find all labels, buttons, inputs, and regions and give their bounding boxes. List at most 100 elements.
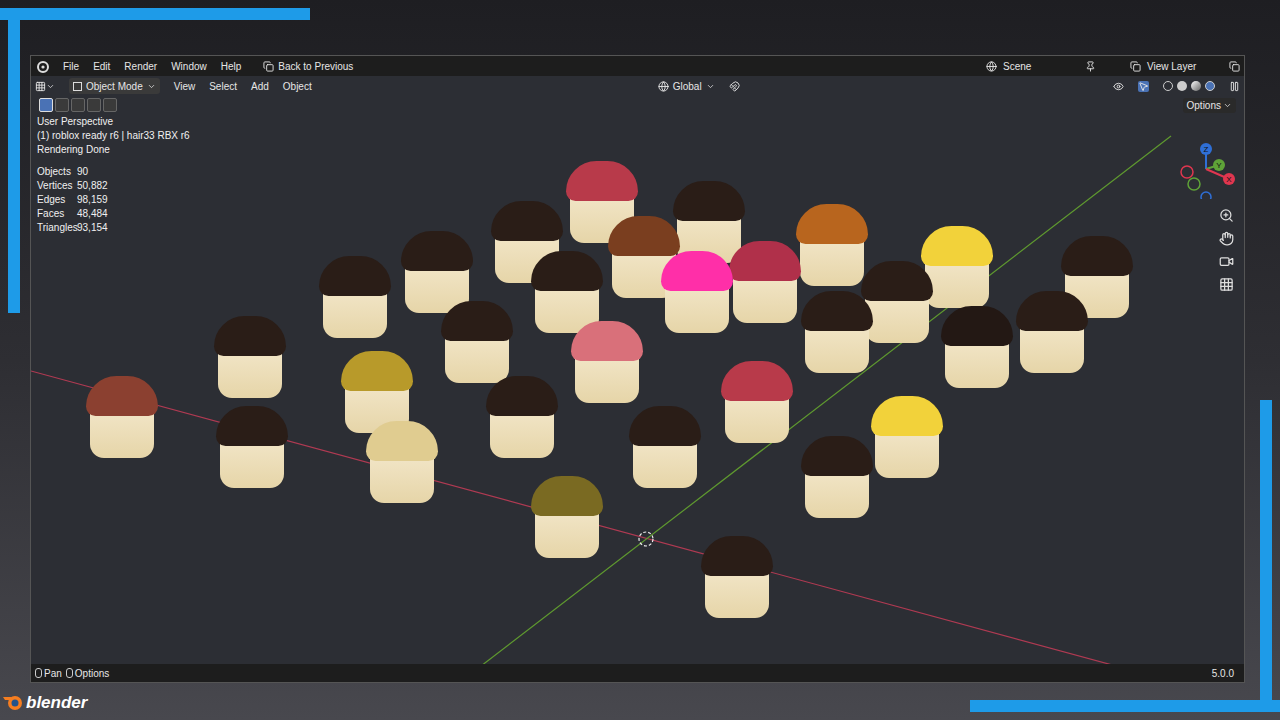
hair-mesh [341,351,413,391]
header-menu[interactable]: Select [209,79,237,94]
menu-item[interactable]: Render [124,59,157,74]
hair-mesh [531,251,603,291]
hair-model[interactable] [216,406,288,490]
status-hint: Pan [35,666,62,681]
view-layer-selector[interactable]: View Layer [1130,59,1240,74]
pan-icon[interactable] [1219,231,1234,246]
hair-mesh [673,181,745,221]
blender-logo-icon[interactable] [35,59,49,73]
select-mode-button[interactable] [87,98,101,112]
tool-modes [39,98,117,112]
zoom-icon[interactable] [1219,208,1234,223]
hair-model[interactable] [921,226,993,310]
stat-label: Objects [37,165,77,179]
hair-mesh [319,256,391,296]
hair-model[interactable] [486,376,558,460]
pin-icon [1085,61,1096,72]
viewport[interactable]: Object Mode View Select Add Object Global Opti… [31,76,1244,664]
view-name: User Perspective [37,115,1238,129]
camera-icon[interactable] [1219,254,1234,269]
select-mode-button[interactable] [39,98,53,112]
hair-model[interactable] [729,241,801,325]
hair-model[interactable] [629,406,701,490]
stat-value: 93,154 [77,221,1238,235]
accent-bar-left [8,8,20,313]
hair-model[interactable] [531,476,603,560]
hair-model[interactable] [366,421,438,505]
duplicate-icon [1229,61,1240,72]
mode-selector[interactable]: Object Mode [69,78,160,94]
hair-mesh [941,306,1013,346]
pause-icon[interactable] [1229,81,1240,92]
menu-bar: File Edit Render Window Help Back to Previous… [31,56,1244,76]
visibility-icon[interactable] [1113,81,1124,92]
header-menu[interactable]: Add [251,79,269,94]
stat-value: 90 [77,165,1238,179]
hair-model[interactable] [801,436,873,520]
hair-mesh [701,536,773,576]
hair-model[interactable] [319,256,391,340]
hair-mesh [571,321,643,361]
gizmo-toggle-icon[interactable] [1138,81,1149,92]
back-icon [263,61,274,72]
hair-model[interactable] [796,204,868,288]
menu-item[interactable]: Window [171,59,207,74]
status-bar: PanOptions5.0.0 [31,664,1244,682]
hair-model[interactable] [701,536,773,620]
menu-item[interactable]: Edit [93,59,110,74]
hair-model[interactable] [214,316,286,400]
hair-mesh [366,421,438,461]
hair-model[interactable] [86,376,158,460]
hair-model[interactable] [1016,291,1088,375]
stats: Objects90Vertices50,882Edges98,159Faces4… [37,165,1238,235]
hair-mesh [401,231,473,271]
viewport-info: User Perspective(1) roblox ready r6 | ha… [31,113,1244,235]
select-mode-button[interactable] [71,98,85,112]
shading-modes[interactable] [1163,81,1215,91]
hair-mesh [216,406,288,446]
menu-item[interactable]: File [63,59,79,74]
hair-mesh [491,201,563,241]
hair-mesh [608,216,680,256]
version: 5.0.0 [1212,666,1240,681]
hair-mesh [86,376,158,416]
hair-mesh [441,301,513,341]
hair-mesh [566,161,638,201]
hair-model[interactable] [571,321,643,405]
blender-window: File Edit Render Window Help Back to Previous… [30,55,1245,683]
hair-mesh [661,251,733,291]
orientation-icon [658,81,669,92]
ortho-grid-icon[interactable] [1219,277,1234,292]
hair-mesh [486,376,558,416]
accent-bar-right [1260,400,1272,710]
orientation-selector[interactable]: Global [658,79,715,94]
accent-bar-top [0,8,310,20]
hair-model[interactable] [801,291,873,375]
navigation-gizmo-icon[interactable]: ZYX [1176,139,1236,199]
hair-model[interactable] [441,301,513,385]
menu-item[interactable]: Help [221,59,242,74]
stat-label: Edges [37,193,77,207]
scene-selector[interactable]: Scene [986,59,1096,74]
editor-type[interactable] [35,81,55,92]
hair-model[interactable] [871,396,943,480]
select-mode-button[interactable] [103,98,117,112]
hair-mesh [721,361,793,401]
hair-model[interactable] [941,306,1013,390]
stat-value: 98,159 [77,193,1238,207]
options-button[interactable]: Options [1183,98,1236,113]
back-button[interactable]: Back to Previous [259,59,357,74]
stat-value: 50,882 [77,179,1238,193]
chevron-icon [46,82,55,91]
snap-icon[interactable] [729,81,740,92]
active-object: (1) roblox ready r6 | hair33 RBX r6 [37,129,1238,143]
hair-model[interactable] [861,261,933,345]
hair-mesh [1061,236,1133,276]
header-menu[interactable]: Object [283,79,312,94]
hair-model[interactable] [721,361,793,445]
select-mode-button[interactable] [55,98,69,112]
branding: blender [2,693,1280,711]
hair-model[interactable] [661,251,733,335]
header-menu[interactable]: View [174,79,196,94]
hair-mesh [796,204,868,244]
